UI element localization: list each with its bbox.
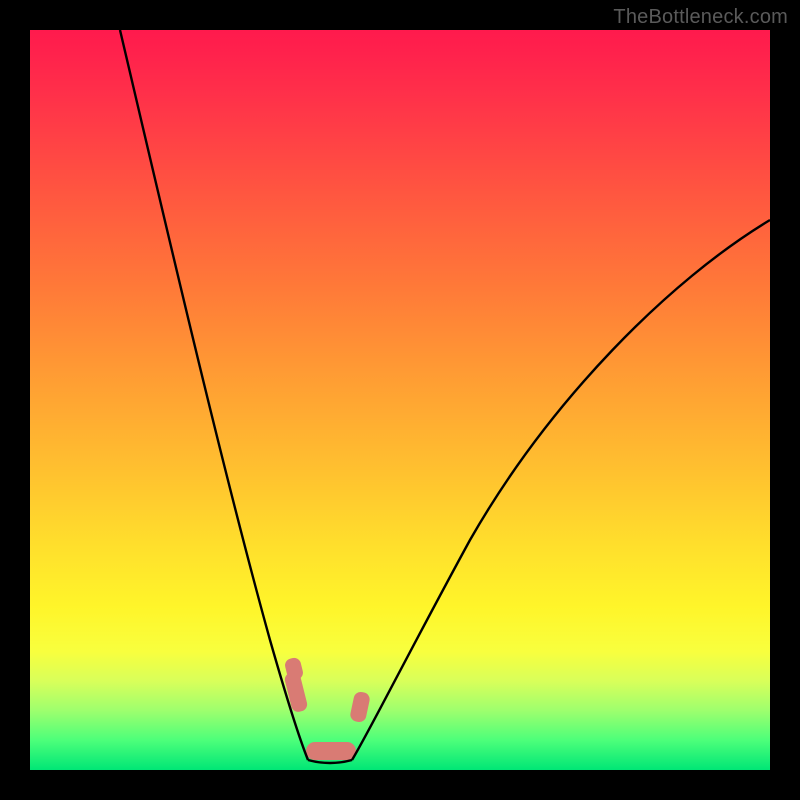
curve-valley-floor [308,760,352,763]
curve-right-branch [352,220,770,760]
chart-plot-area [30,30,770,770]
watermark-text: TheBottleneck.com [613,6,788,29]
curve-left-branch [120,30,308,760]
bottleneck-curve [30,30,770,770]
